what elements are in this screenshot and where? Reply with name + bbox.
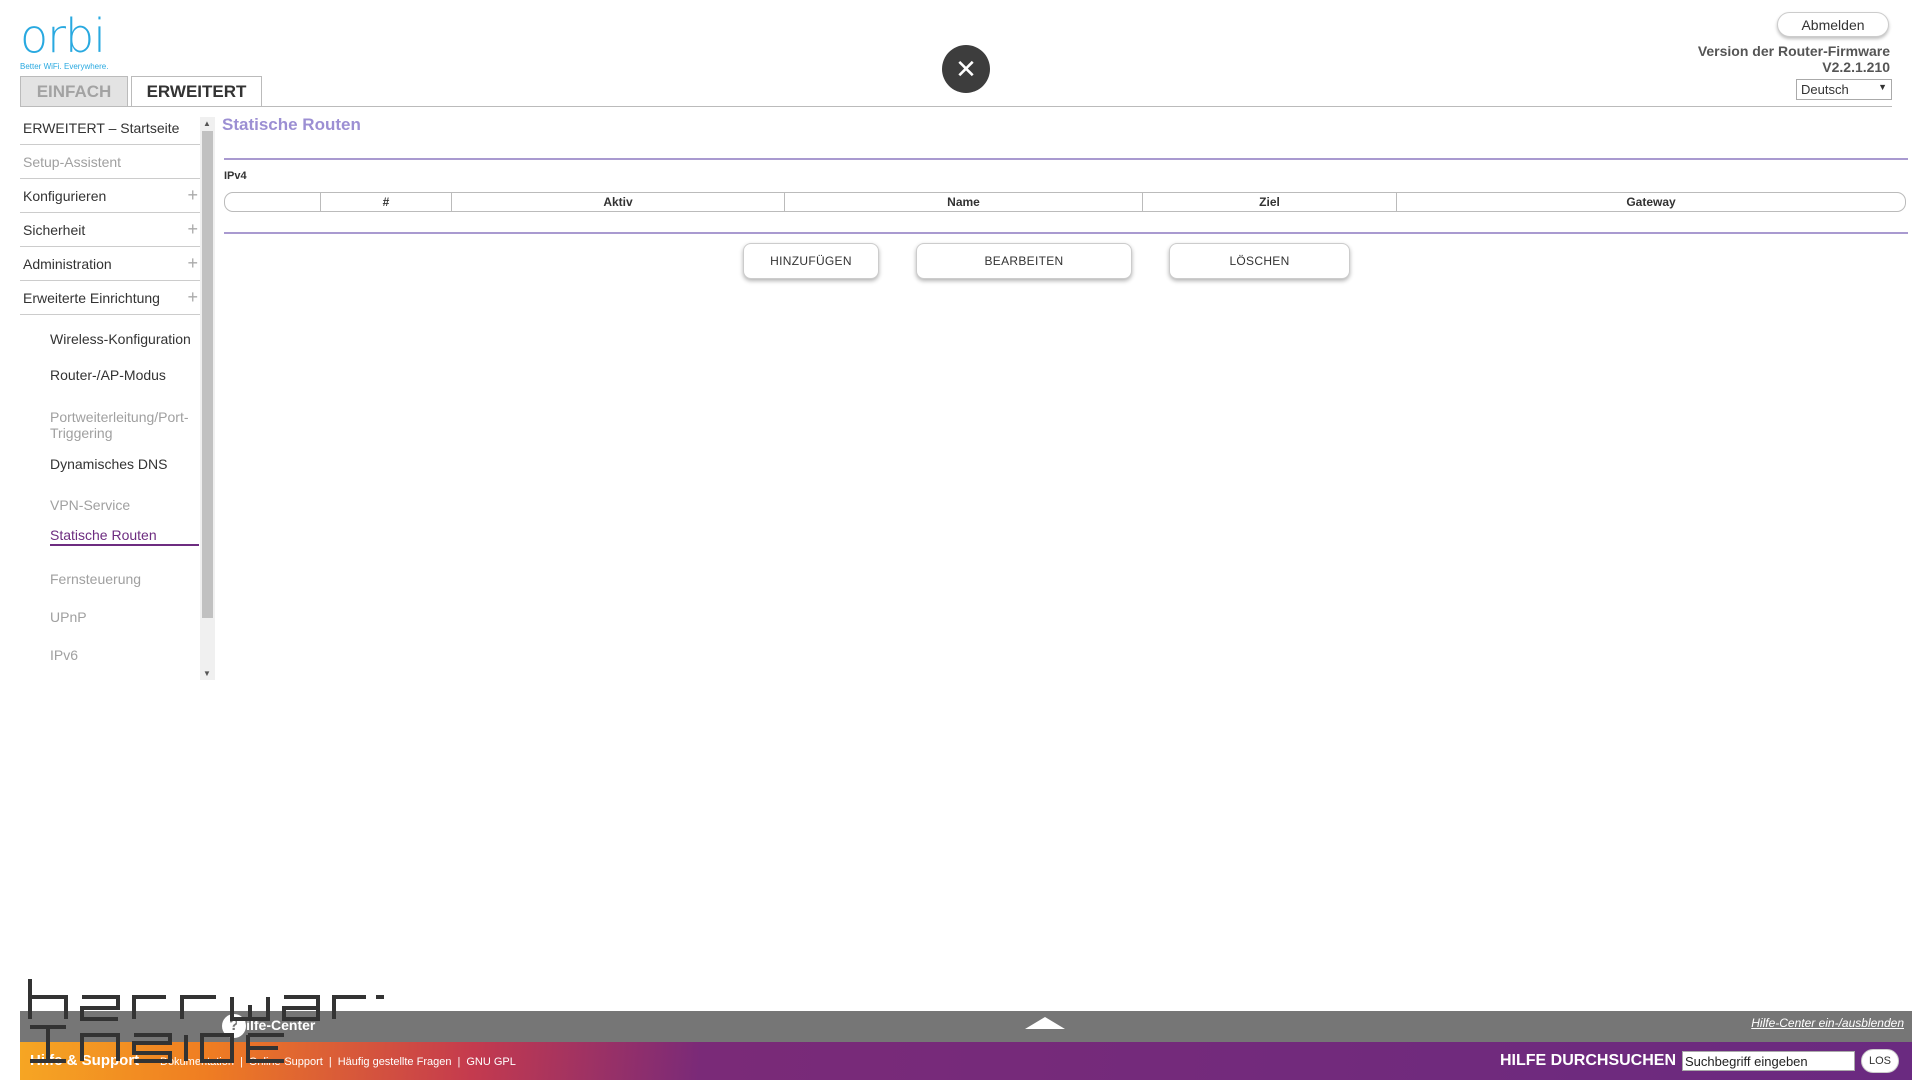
sidebar-subitem-dynamisches-dns[interactable]: Dynamisches DNS [50, 456, 200, 472]
scrollbar-thumb[interactable] [202, 131, 213, 618]
title-divider [224, 158, 1908, 160]
help-center-toggle-link[interactable]: Hilfe-Center ein-/ausblenden [1751, 1016, 1904, 1030]
close-icon: ✕ [955, 53, 977, 84]
link-separator: | [457, 1056, 461, 1068]
sidebar-item-erweitert-home[interactable]: ERWEITERT – Startseite [20, 111, 200, 145]
language-value: Deutsch [1801, 82, 1849, 97]
help-search-input[interactable] [1682, 1051, 1855, 1071]
link-separator: | [240, 1056, 243, 1068]
close-button[interactable]: ✕ [942, 45, 990, 93]
add-button[interactable]: HINZUFÜGEN [743, 243, 879, 279]
firmware-label: Version der Router-Firmware [1697, 43, 1890, 59]
sidebar-subitem-wireless[interactable]: Wireless-Konfiguration [50, 331, 200, 347]
help-center-title[interactable]: Hilfe-Center [236, 1017, 315, 1033]
sidebar-subitem-router-ap[interactable]: Router-/AP-Modus [50, 367, 200, 383]
expand-plus-icon[interactable]: + [187, 220, 198, 238]
sidebar-item-konfigurieren[interactable]: Konfigurieren + [20, 179, 200, 213]
sidebar-item-label: Sicherheit [23, 221, 86, 238]
section-label-ipv4: IPv4 [224, 170, 247, 182]
help-search-label: HILFE DURCHSUCHEN [1500, 1052, 1676, 1069]
column-number: # [321, 193, 452, 211]
sidebar-item-label: Konfigurieren [23, 187, 107, 204]
sidebar-item-label: Administration [23, 255, 112, 272]
orbi-logo: orbi Better WiFi. Everywhere. [20, 12, 120, 72]
expand-up-icon[interactable] [1025, 1017, 1065, 1029]
delete-button[interactable]: LÖSCHEN [1169, 243, 1350, 279]
sidebar-item-sicherheit[interactable]: Sicherheit + [20, 213, 200, 247]
help-search-button[interactable]: LOS [1861, 1049, 1899, 1073]
table-divider [224, 232, 1908, 234]
edit-button[interactable]: BEARBEITEN [916, 243, 1132, 279]
scroll-down-icon[interactable]: ▼ [203, 669, 211, 678]
link-faq[interactable]: Häufig gestellte Fragen [338, 1056, 452, 1068]
logout-button[interactable]: Abmelden [1777, 12, 1889, 37]
expand-plus-icon[interactable]: + [187, 186, 198, 204]
column-ziel: Ziel [1143, 193, 1397, 211]
column-gateway: Gateway [1626, 195, 1676, 209]
link-gnu-gpl[interactable]: GNU GPL [466, 1056, 516, 1068]
sidebar-subitem-ipv6[interactable]: IPv6 [50, 647, 200, 663]
sidebar-scrollbar[interactable]: ▲ ▼ [200, 117, 215, 680]
logo-wordmark: orbi [20, 9, 106, 63]
sidebar-item-setup-assistent[interactable]: Setup-Assistent [20, 145, 200, 179]
page-title: Statische Routen [222, 115, 361, 134]
tab-einfach[interactable]: EINFACH [20, 76, 128, 107]
header-divider [20, 106, 1892, 107]
sidebar-subitem-statische-routen[interactable]: Statische Routen [50, 527, 199, 546]
sidebar-subitem-upnp[interactable]: UPnP [50, 609, 200, 625]
sidebar-nav: ERWEITERT – Startseite Setup-Assistent K… [20, 111, 200, 663]
routes-table-header: # Aktiv Name Ziel Gateway [224, 192, 1906, 212]
sidebar-subitem-vpn-service[interactable]: VPN-Service [50, 497, 200, 513]
sidebar-item-administration[interactable]: Administration + [20, 247, 200, 281]
sidebar-item-label: Setup-Assistent [23, 153, 122, 170]
firmware-version: V2.2.1.210 [1822, 59, 1890, 75]
tab-erweitert[interactable]: ERWEITERT [131, 76, 262, 107]
link-separator: | [328, 1056, 332, 1068]
expand-plus-icon[interactable]: + [187, 288, 198, 306]
column-aktiv: Aktiv [452, 193, 785, 211]
column-select [225, 193, 321, 211]
link-online-support[interactable]: Online-Support [249, 1056, 323, 1068]
sidebar-item-erweiterte-einrichtung[interactable]: Erweiterte Einrichtung + [20, 281, 200, 315]
column-name: Name [785, 193, 1143, 211]
scroll-up-icon[interactable]: ▲ [203, 119, 211, 128]
expand-plus-icon[interactable]: + [187, 254, 198, 272]
sidebar-item-label: ERWEITERT – Startseite [23, 119, 180, 136]
chevron-down-icon: ▼ [1878, 82, 1887, 92]
sidebar-subitem-portweiterleitung[interactable]: Portweiterleitung/Port-Triggering [50, 409, 200, 441]
link-dokumentation[interactable]: Dokumentation [160, 1056, 234, 1068]
language-select[interactable]: Deutsch ▼ [1796, 79, 1892, 100]
support-links: Dokumentation | Online-Support | Häufig … [160, 1056, 516, 1068]
logo-tagline: Better WiFi. Everywhere. [20, 62, 109, 71]
sidebar-item-label: Erweiterte Einrichtung [23, 289, 160, 306]
support-title: Hilfe & Support [30, 1052, 140, 1069]
sidebar-subitem-fernsteuerung[interactable]: Fernsteuerung [50, 571, 200, 587]
